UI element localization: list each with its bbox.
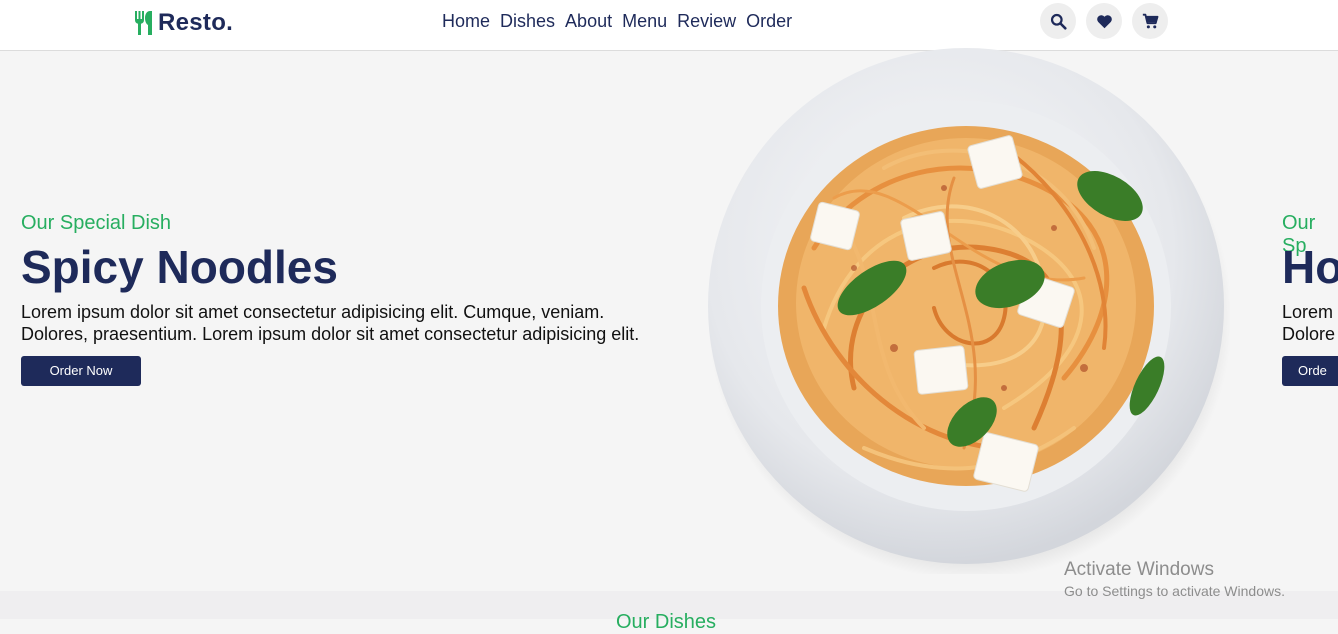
dishes-section-heading: Our Dishes (616, 611, 717, 633)
slide-title: Spicy Noodles (21, 241, 338, 293)
nav-order[interactable]: Order (746, 11, 792, 32)
site-header: Resto. Home Dishes About Menu Review Ord… (0, 0, 1338, 51)
watermark-title: Activate Windows (1064, 559, 1214, 580)
next-slide-order-button[interactable]: Orde (1282, 356, 1338, 386)
logo-text: Resto. (158, 9, 234, 36)
slide-description-line: Lorem ipsum dolor sit amet consectetur a… (21, 302, 605, 322)
header-icons (1040, 3, 1178, 39)
utensils-icon (135, 11, 152, 35)
next-slide-description: Lorem Dolore (1282, 301, 1335, 345)
nav-home[interactable]: Home (442, 11, 490, 32)
nav-dishes[interactable]: Dishes (500, 11, 555, 32)
cart-button[interactable] (1132, 3, 1168, 39)
heart-icon (1096, 14, 1112, 28)
activate-windows-watermark: Activate Windows Go to Settings to activ… (1064, 559, 1285, 599)
logo[interactable]: Resto. (133, 9, 233, 37)
nav-review[interactable]: Review (677, 11, 736, 32)
next-slide-title: Ho (1282, 241, 1338, 293)
next-slide-description-line: Lorem (1282, 302, 1334, 322)
slide-description-line: Dolores, praesentium. Lorem ipsum dolor … (21, 324, 640, 344)
slide-description: Lorem ipsum dolor sit amet consectetur a… (21, 301, 639, 345)
slide-subtitle: Our Special Dish (21, 212, 172, 234)
search-icon (1050, 13, 1067, 30)
next-slide-description-line: Dolore (1282, 324, 1336, 344)
order-now-button[interactable]: Order Now (21, 356, 141, 386)
nav-about[interactable]: About (565, 11, 612, 32)
nav-menu[interactable]: Menu (622, 11, 667, 32)
spicy-noodles-image (704, 48, 1230, 574)
cart-icon (1142, 13, 1158, 28)
search-button[interactable] (1040, 3, 1076, 39)
main-nav: Home Dishes About Menu Review Order (442, 11, 802, 32)
watermark-subtitle: Go to Settings to activate Windows. (1064, 583, 1285, 599)
wishlist-button[interactable] (1086, 3, 1122, 39)
